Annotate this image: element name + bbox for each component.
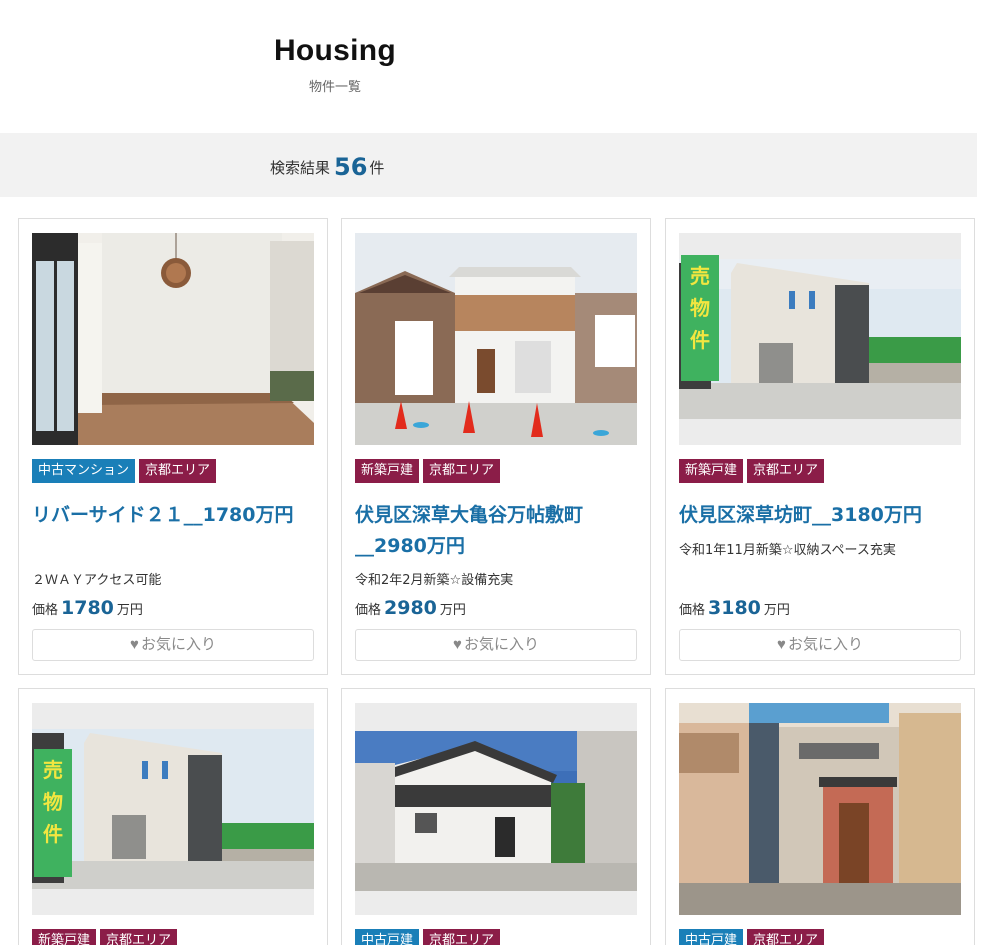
page-header: Housing 物件一覧 (0, 0, 670, 130)
listing-tags: 中古戸建 京都エリア (679, 929, 828, 945)
category-tag[interactable]: 新築戸建 (679, 459, 744, 483)
favorite-button[interactable]: ♥ お気に入り (32, 629, 314, 661)
area-tag[interactable]: 京都エリア (747, 929, 825, 945)
svg-text:売: 売 (690, 264, 710, 288)
listing-photo[interactable]: 売 物 件 (32, 703, 314, 915)
listing-card[interactable]: 中古戸建 京都エリア (341, 688, 651, 945)
listing-description: 令和1年11月新築☆収納スペース充実 (679, 543, 896, 558)
heart-icon: ♥ (777, 636, 786, 653)
area-tag[interactable]: 京都エリア (747, 459, 825, 483)
price-unit: 万円 (763, 603, 790, 618)
listing-photo[interactable] (32, 233, 314, 445)
price-value: 2980 (384, 597, 437, 619)
page-subtitle: 物件一覧 (308, 80, 361, 95)
favorite-button[interactable]: ♥ お気に入り (355, 629, 637, 661)
listing-photo[interactable] (355, 233, 637, 445)
favorite-label: お気に入り (787, 636, 863, 653)
result-suffix: 件 (369, 159, 385, 177)
category-tag[interactable]: 新築戸建 (32, 929, 97, 945)
svg-text:売: 売 (43, 758, 63, 782)
area-tag[interactable]: 京都エリア (423, 929, 501, 945)
result-count: 56 (334, 153, 368, 181)
listing-tags: 新築戸建 京都エリア (355, 459, 504, 483)
listing-card[interactable]: 中古戸建 京都エリア (665, 688, 975, 945)
listing-price: 価格 3180 万円 (679, 597, 790, 619)
price-unit: 万円 (439, 603, 466, 618)
new-house-photo (355, 233, 637, 445)
svg-text:物: 物 (690, 296, 710, 320)
svg-text:物: 物 (43, 790, 63, 814)
sale-house-photo: 売 物 件 (32, 703, 314, 915)
result-prefix: 検索結果 (270, 159, 331, 177)
category-tag[interactable]: 新築戸建 (355, 459, 420, 483)
listing-title[interactable]: 伏見区深草坊町__3180万円 (679, 500, 963, 531)
favorite-label: お気に入り (463, 636, 539, 653)
listing-tags: 新築戸建 京都エリア (32, 929, 181, 945)
room-interior-photo (32, 233, 314, 445)
category-tag[interactable]: 中古戸建 (355, 929, 420, 945)
listing-price: 価格 1780 万円 (32, 597, 143, 619)
price-value: 1780 (61, 597, 114, 619)
sale-house-photo: 売 物 件 (679, 233, 961, 445)
listing-tags: 中古戸建 京都エリア (355, 929, 504, 945)
area-tag[interactable]: 京都エリア (100, 929, 178, 945)
favorite-label: お気に入り (140, 636, 216, 653)
listing-tags: 新築戸建 京都エリア (679, 459, 828, 483)
heart-icon: ♥ (130, 636, 139, 653)
category-tag[interactable]: 中古戸建 (679, 929, 744, 945)
favorite-button[interactable]: ♥ お気に入り (679, 629, 961, 661)
listing-photo[interactable] (355, 703, 637, 915)
heart-icon: ♥ (453, 636, 462, 653)
listing-photo[interactable] (679, 703, 961, 915)
price-label: 価格 (32, 603, 59, 618)
listing-card[interactable]: 売 物 件 新築戸建 京都エリア (18, 688, 328, 945)
listing-title[interactable]: リバーサイド２１__1780万円 (32, 500, 316, 531)
listing-title[interactable]: 伏見区深草大亀谷万帖敷町__2980万円 (355, 500, 639, 562)
price-label: 価格 (355, 603, 382, 618)
listing-price: 価格 2980 万円 (355, 597, 466, 619)
listing-description: ２ＷＡＹアクセス可能 (32, 573, 162, 588)
listing-card[interactable]: 新築戸建 京都エリア 伏見区深草大亀谷万帖敷町__2980万円 令和2年2月新築☆… (341, 218, 651, 675)
listing-description: 令和2年2月新築☆設備充実 (355, 573, 514, 588)
used-house-photo (679, 703, 961, 915)
svg-text:件: 件 (43, 822, 63, 846)
price-unit: 万円 (116, 603, 143, 618)
result-summary: 検索結果 56 件 (270, 151, 385, 181)
price-label: 価格 (679, 603, 706, 618)
listing-card[interactable]: 中古マンション 京都エリア リバーサイド２１__1780万円 ２ＷＡＹアクセス可能… (18, 218, 328, 675)
category-tag[interactable]: 中古マンション (32, 459, 136, 483)
area-tag[interactable]: 京都エリア (139, 459, 217, 483)
listing-card[interactable]: 売 物 件 新築戸建 京都エリア 伏見区深草坊町__3180万円 令和1年11月新… (665, 218, 975, 675)
search-result-bar: 検索結果 56 件 (0, 133, 977, 197)
area-tag[interactable]: 京都エリア (423, 459, 501, 483)
svg-text:件: 件 (690, 328, 710, 352)
listing-tags: 中古マンション 京都エリア (32, 459, 220, 483)
listing-photo[interactable]: 売 物 件 (679, 233, 961, 445)
page-title: Housing (273, 34, 397, 67)
used-house-photo (355, 703, 637, 915)
price-value: 3180 (708, 597, 761, 619)
